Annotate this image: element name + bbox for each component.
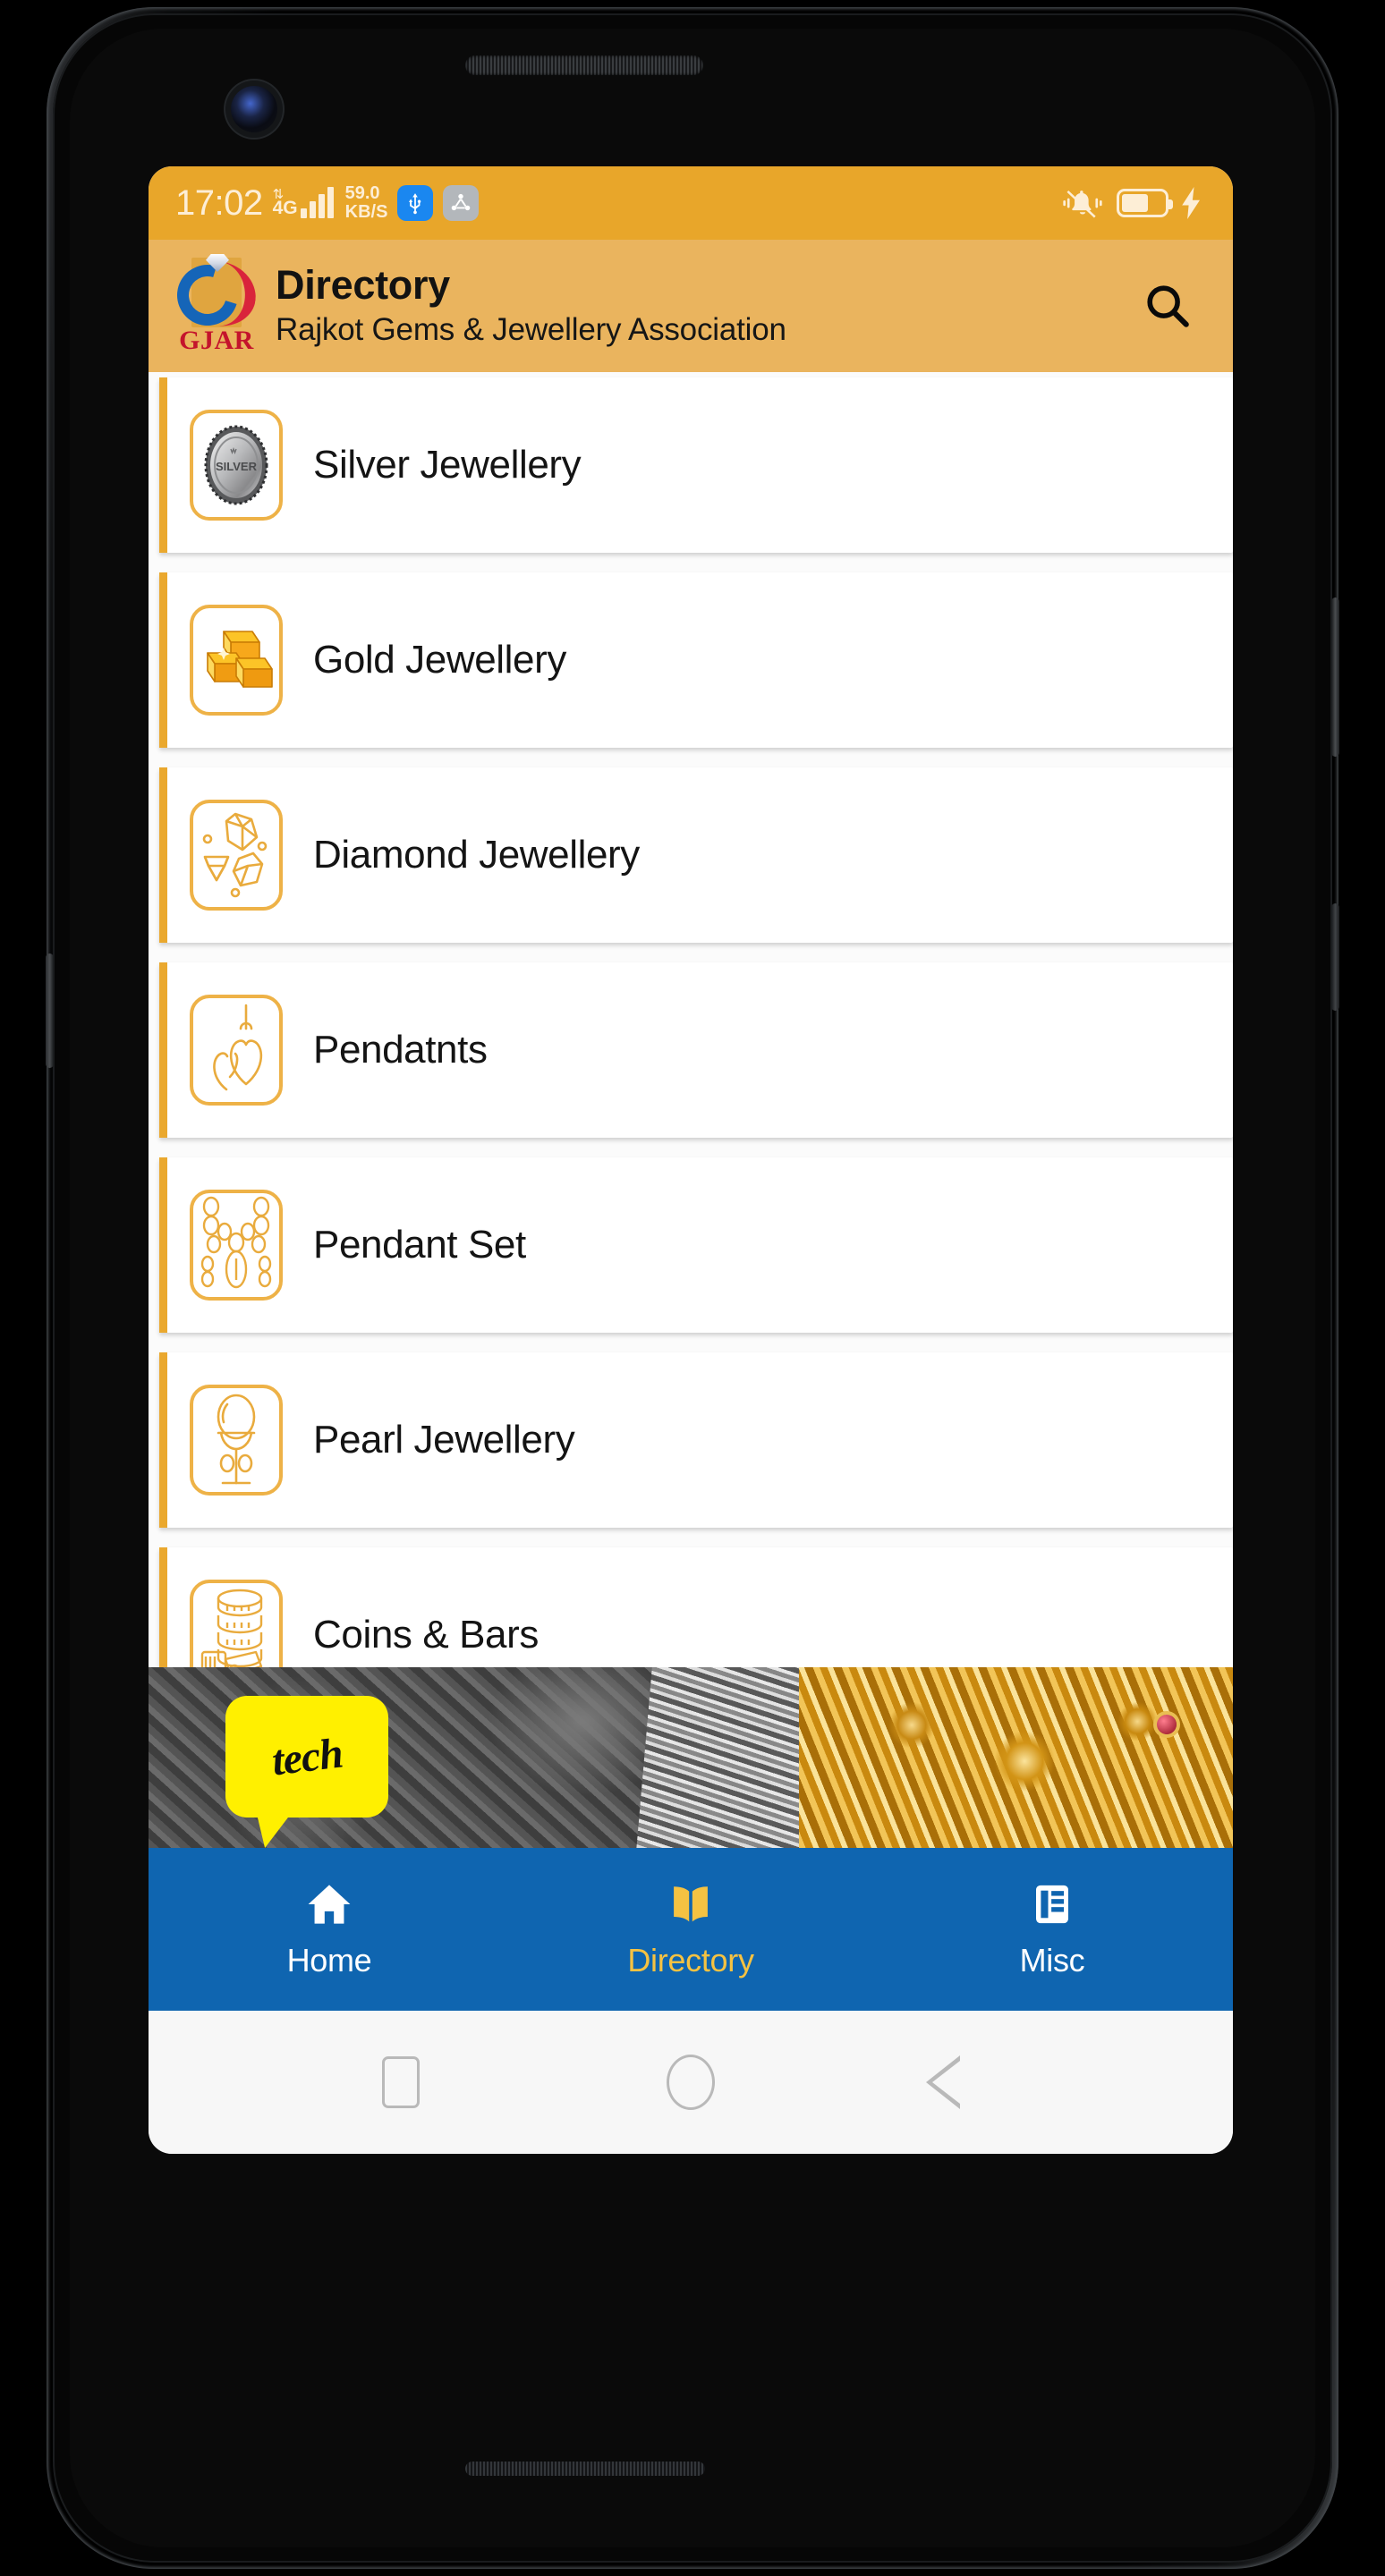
circle-home-icon — [667, 2055, 715, 2110]
directory-list[interactable]: SILVER Silver Jewellery Gold Jewellery D… — [149, 372, 1233, 1667]
nav-item-directory[interactable]: Directory — [510, 1880, 871, 1979]
logo-wordmark: GJAR — [179, 326, 254, 355]
left-side-button[interactable] — [46, 953, 54, 1068]
nav-label-directory: Directory — [627, 1941, 754, 1979]
signal-bars-icon — [300, 187, 334, 218]
pearl-stand-icon — [190, 1385, 283, 1496]
gold-deity-photo — [799, 1667, 1233, 1848]
book-icon — [674, 1885, 708, 1921]
bottom-navigation: Home Directory Misc — [149, 1848, 1233, 2011]
battery-level-fill — [1122, 194, 1149, 212]
page-subtitle: Rajkot Gems & Jewellery Association — [276, 312, 786, 347]
list-item[interactable]: Diamond Jewellery — [159, 767, 1233, 943]
usb-icon — [397, 185, 434, 221]
list-card-icon — [1036, 1885, 1068, 1923]
list-item-label: Coins & Bars — [313, 1613, 539, 1657]
svg-text:SILVER: SILVER — [216, 460, 258, 473]
data-speed-indicator: 59.0 KB/S — [345, 184, 388, 222]
data-speed-unit: KB/S — [344, 202, 388, 222]
square-recents-icon — [382, 2056, 420, 2108]
android-navigation-bar — [149, 2011, 1233, 2154]
status-bar: 17:02 ⇅ 4G 59.0 KB/S — [149, 166, 1233, 240]
volume-button[interactable] — [1331, 903, 1339, 1011]
signal-indicator: ⇅ 4G — [272, 187, 334, 218]
app-bar: GJAR Directory Rajkot Gems & Jewellery A… — [149, 240, 1233, 372]
data-speed-value: 59.0 — [344, 183, 380, 203]
list-item[interactable]: SILVER Silver Jewellery — [159, 377, 1233, 553]
list-item-label: Pendant Set — [313, 1223, 526, 1267]
page-title: Directory — [276, 262, 450, 308]
silver-coin-icon: SILVER — [190, 410, 283, 521]
nav-label-home: Home — [286, 1941, 372, 1979]
list-item[interactable]: Gold Jewellery — [159, 572, 1233, 748]
list-item-label: Pearl Jewellery — [313, 1418, 575, 1462]
gtech-logo-text: tech — [268, 1728, 345, 1785]
list-item[interactable]: Pendant Set — [159, 1157, 1233, 1333]
gjar-logo: GJAR — [166, 254, 263, 356]
diamond-gems-icon — [190, 800, 283, 911]
list-item[interactable]: Pearl Jewellery — [159, 1352, 1233, 1528]
list-item-label: Pendatnts — [313, 1028, 488, 1072]
phone-screen: 17:02 ⇅ 4G 59.0 KB/S GJAR Directory Rajk… — [149, 166, 1233, 2154]
heart-pendants-icon — [190, 995, 283, 1106]
home-button[interactable] — [650, 2042, 731, 2123]
battery-icon — [1117, 189, 1173, 217]
status-bar-right — [1061, 186, 1202, 220]
search-button[interactable] — [1133, 271, 1202, 341]
back-button[interactable] — [926, 2042, 1021, 2123]
list-item[interactable]: Coins & Bars — [159, 1547, 1233, 1667]
earpiece-speaker — [465, 55, 703, 75]
nav-item-home[interactable]: Home — [149, 1880, 510, 1979]
necklace-set-icon — [190, 1190, 283, 1301]
recents-button[interactable] — [361, 2042, 441, 2123]
network-type-group: ⇅ 4G — [272, 188, 298, 218]
bell-muted-icon — [1063, 190, 1102, 218]
bottom-speaker-grille — [465, 2462, 705, 2476]
search-icon — [1147, 285, 1189, 327]
front-camera-icon — [231, 86, 277, 132]
nav-label-misc: Misc — [1019, 1941, 1085, 1979]
list-item-label: Silver Jewellery — [313, 443, 582, 487]
list-item-label: Diamond Jewellery — [313, 833, 640, 877]
list-item[interactable]: Pendatnts — [159, 962, 1233, 1138]
power-button[interactable] — [1331, 597, 1339, 757]
gtech-advertisement-banner[interactable]: tech — [149, 1667, 1233, 1848]
gtech-logo: tech — [225, 1696, 388, 1818]
screenshot-stage: 17:02 ⇅ 4G 59.0 KB/S GJAR Directory Rajk… — [0, 0, 1385, 2576]
home-icon — [308, 1884, 351, 1924]
app-bar-titles: Directory Rajkot Gems & Jewellery Associ… — [276, 262, 786, 350]
charging-bolt-icon — [1182, 187, 1200, 219]
coin-stack-icon — [190, 1580, 283, 1667]
network-type-label: 4G — [272, 198, 298, 218]
nav-item-misc[interactable]: Misc — [871, 1880, 1233, 1979]
share-nodes-icon — [443, 185, 480, 221]
list-item-label: Gold Jewellery — [313, 638, 566, 682]
status-bar-left: 17:02 ⇅ 4G 59.0 KB/S — [175, 182, 480, 224]
clock: 17:02 — [175, 182, 263, 223]
gold-bars-icon — [190, 605, 283, 716]
triangle-back-icon — [926, 2053, 999, 2112]
